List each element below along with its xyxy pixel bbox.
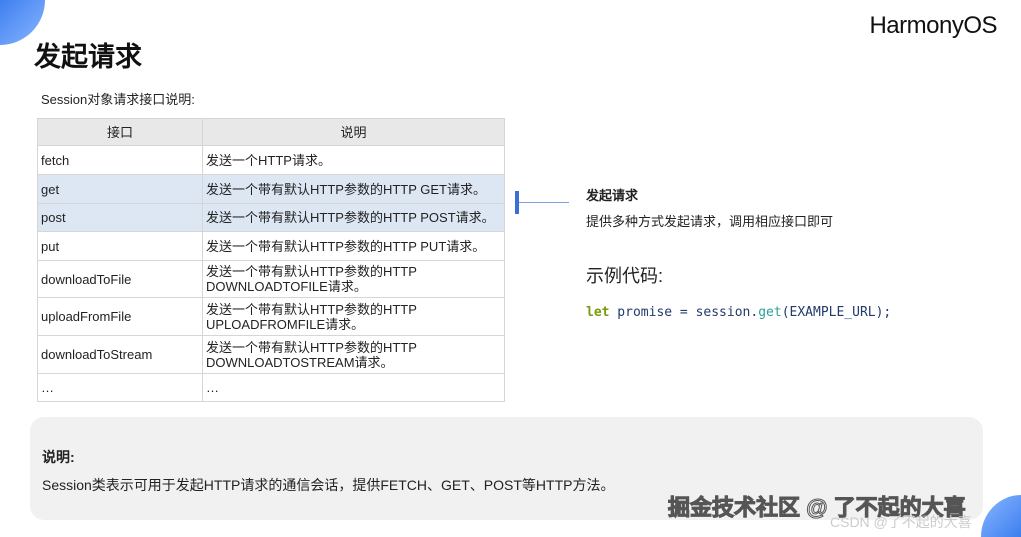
api-table: 接口 说明 fetch 发送一个HTTP请求。 get 发送一个带有默认HTTP参数的… xyxy=(37,118,505,402)
table-row: …… xyxy=(37,373,505,402)
note-title: 说明: xyxy=(42,449,75,465)
watermark-sub: CSDN @了不起的大喜 xyxy=(830,514,972,530)
api-name: downloadToStream xyxy=(37,335,203,374)
harmonyos-logo: HarmonyOS xyxy=(869,12,997,39)
callout-desc: 提供多种方式发起请求，调用相应接口即可 xyxy=(586,214,834,229)
api-desc: 发送一个HTTP请求。 xyxy=(202,145,505,175)
table-caption: Session对象请求接口说明: xyxy=(41,92,195,107)
code-text: (EXAMPLE_URL); xyxy=(781,305,892,320)
api-name: uploadFromFile xyxy=(37,297,203,336)
table-header: 接口 说明 xyxy=(37,118,505,146)
note-body: Session类表示可用于发起HTTP请求的通信会话，提供FETCH、GET、P… xyxy=(42,477,615,493)
callout-line xyxy=(519,202,569,203)
api-desc: 发送一个带有默认HTTP参数的HTTP GET请求。 xyxy=(202,174,505,204)
code-keyword: let xyxy=(586,305,610,320)
header-desc: 说明 xyxy=(202,118,505,146)
code-function: get xyxy=(758,305,782,320)
api-desc: 发送一个带有默认HTTP参数的HTTP DOWNLOADTOSTREAM请求。 xyxy=(202,335,505,374)
api-desc: 发送一个带有默认HTTP参数的HTTP UPLOADFROMFILE请求。 xyxy=(202,297,505,336)
api-name: get xyxy=(37,174,203,204)
table-row: get 发送一个带有默认HTTP参数的HTTP GET请求。 xyxy=(37,174,505,204)
decorative-corner xyxy=(981,495,1021,537)
api-name: … xyxy=(37,373,203,402)
table-row: put 发送一个带有默认HTTP参数的HTTP PUT请求。 xyxy=(37,231,505,261)
callout-title: 发起请求 xyxy=(586,188,639,203)
api-desc: 发送一个带有默认HTTP参数的HTTP PUT请求。 xyxy=(202,231,505,261)
api-desc: 发送一个带有默认HTTP参数的HTTP POST请求。 xyxy=(202,203,505,232)
code-text: promise = session. xyxy=(609,305,759,320)
table-row: downloadToStream 发送一个带有默认HTTP参数的HTTP DOWN… xyxy=(37,335,505,374)
table-row: fetch 发送一个HTTP请求。 xyxy=(37,145,505,175)
api-name: downloadToFile xyxy=(37,260,203,298)
code-sample: let promise = session.get(EXAMPLE_URL); xyxy=(586,305,891,320)
api-name: post xyxy=(37,203,203,232)
api-desc: … xyxy=(202,373,505,402)
page-title: 发起请求 xyxy=(34,42,142,72)
api-desc: 发送一个带有默认HTTP参数的HTTP DOWNLOADTOFILE请求。 xyxy=(202,260,505,298)
api-name: fetch xyxy=(37,145,203,175)
api-name: put xyxy=(37,231,203,261)
table-row: uploadFromFile 发送一个带有默认HTTP参数的HTTP UPLOAD… xyxy=(37,297,505,336)
code-title: 示例代码: xyxy=(586,266,664,286)
header-api: 接口 xyxy=(37,118,203,146)
table-row: post 发送一个带有默认HTTP参数的HTTP POST请求。 xyxy=(37,203,505,232)
table-row: downloadToFile 发送一个带有默认HTTP参数的HTTP DOWNLO… xyxy=(37,260,505,298)
